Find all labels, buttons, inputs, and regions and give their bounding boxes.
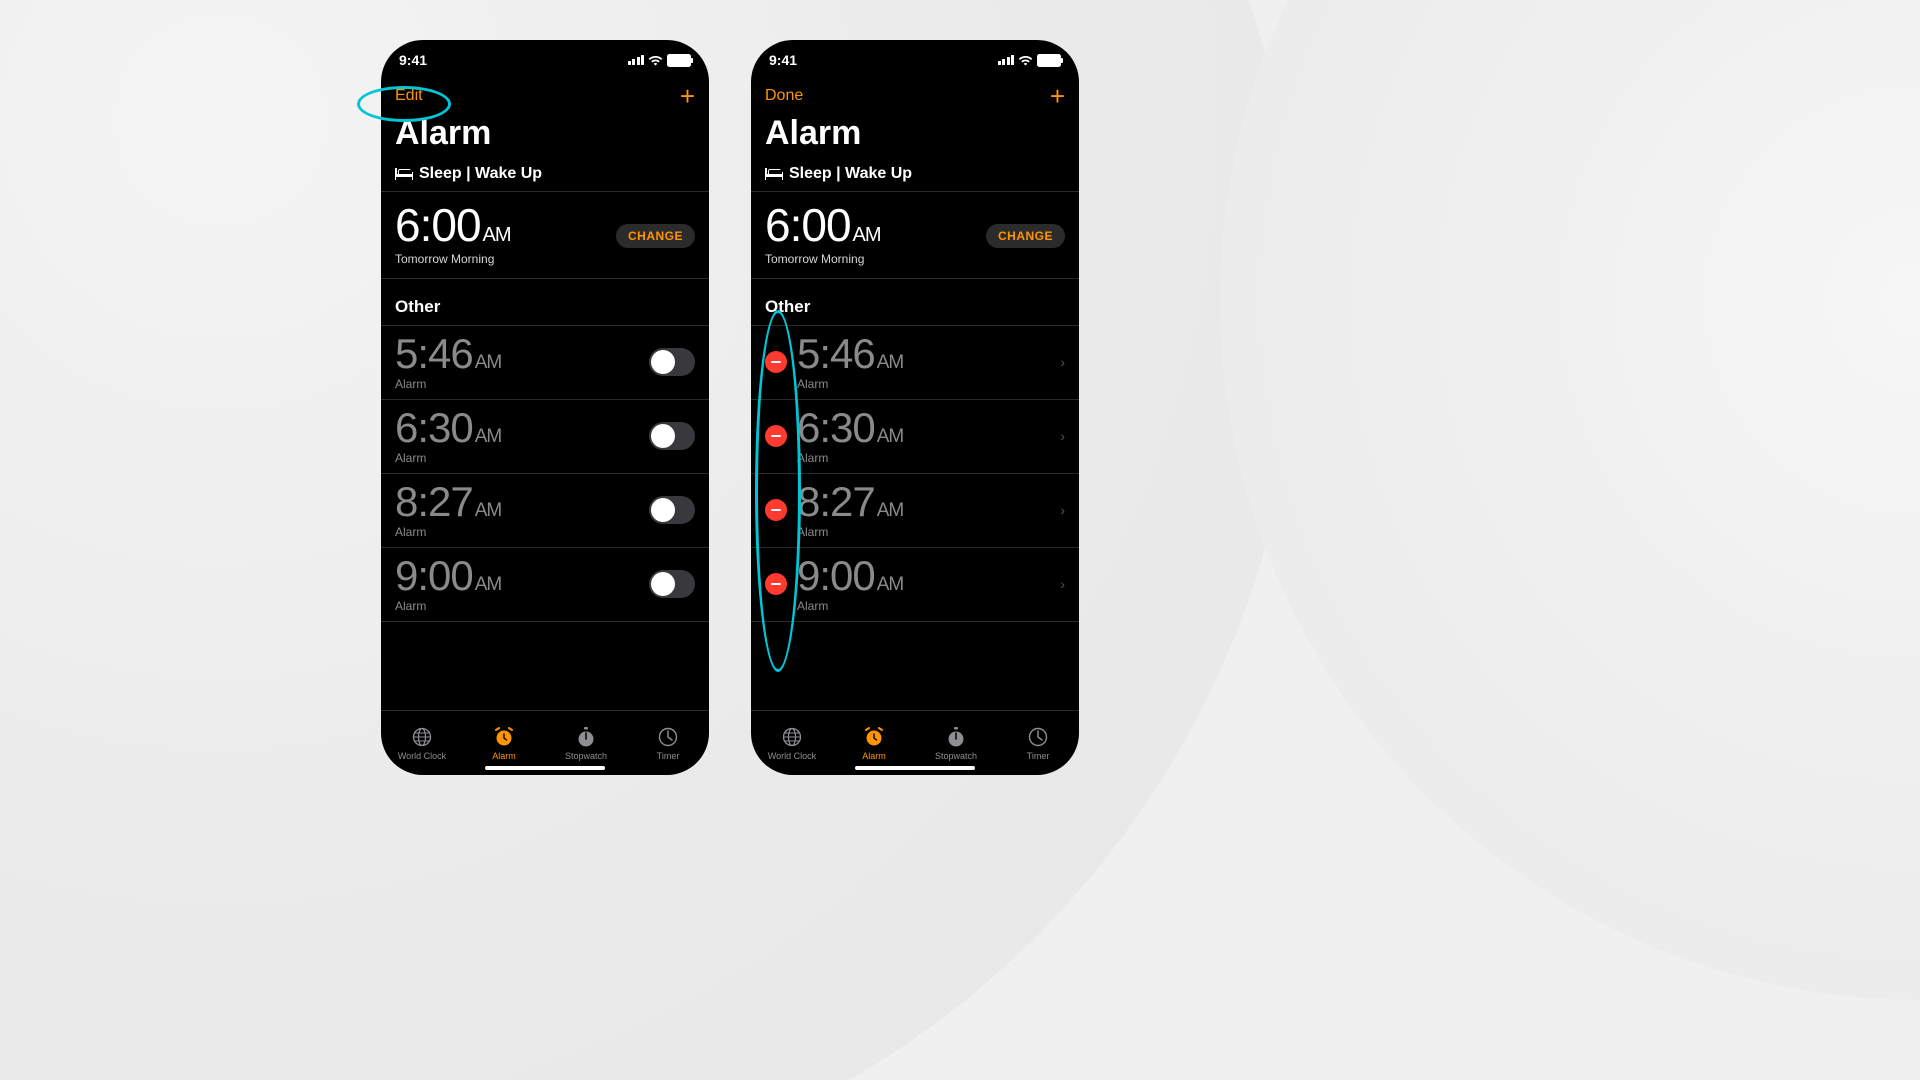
timer-icon [658, 726, 678, 748]
stopwatch-icon [576, 726, 596, 748]
page-title: Alarm [751, 112, 1079, 159]
tab-label: Alarm [862, 751, 886, 761]
alarm-time: 9:00AM [797, 554, 1054, 598]
add-alarm-button[interactable]: + [1050, 83, 1065, 109]
tab-label: World Clock [768, 751, 816, 761]
done-button[interactable]: Done [765, 87, 803, 105]
wake-time: 6:00AM [765, 202, 881, 248]
chevron-right-icon: › [1060, 354, 1065, 370]
tab-label: Stopwatch [565, 751, 607, 761]
alarm-row[interactable]: 6:30AM Alarm [381, 400, 709, 474]
delete-alarm-button[interactable] [765, 499, 787, 521]
chevron-right-icon: › [1060, 428, 1065, 444]
alarm-time: 8:27AM [395, 480, 649, 524]
bed-icon [765, 168, 783, 180]
phone-screenshot-edit-mode: 9:41 Done + Alarm Sleep | Wake Up 6:00AM… [751, 40, 1079, 775]
tab-label: Stopwatch [935, 751, 977, 761]
alarm-row[interactable]: 8:27AM Alarm › [751, 474, 1079, 548]
home-indicator[interactable] [485, 766, 605, 770]
alarm-time: 5:46AM [395, 332, 649, 376]
other-section-header: Other [381, 279, 709, 326]
wake-alarm-row[interactable]: 6:00AM CHANGE Tomorrow Morning [381, 192, 709, 279]
tab-timer[interactable]: Timer [627, 711, 709, 775]
alarm-label: Alarm [395, 525, 649, 539]
add-alarm-button[interactable]: + [680, 83, 695, 109]
delete-alarm-button[interactable] [765, 573, 787, 595]
tutorial-canvas: 9:41 Edit + Alarm Sleep | Wake Up 6:00AM… [0, 0, 1920, 1080]
timer-icon [1028, 726, 1048, 748]
tab-timer[interactable]: Timer [997, 711, 1079, 775]
home-indicator[interactable] [855, 766, 975, 770]
wake-subtitle: Tomorrow Morning [395, 252, 695, 266]
delete-alarm-button[interactable] [765, 425, 787, 447]
background-shape [1220, 0, 1920, 1000]
alarm-toggle[interactable] [649, 570, 695, 598]
alarm-label: Alarm [395, 451, 649, 465]
alarm-time: 6:30AM [395, 406, 649, 450]
tab-world-clock[interactable]: World Clock [381, 711, 463, 775]
edit-button[interactable]: Edit [395, 87, 423, 105]
chevron-right-icon: › [1060, 502, 1065, 518]
delete-alarm-button[interactable] [765, 351, 787, 373]
alarm-time: 9:00AM [395, 554, 649, 598]
alarm-toggle[interactable] [649, 422, 695, 450]
tab-bar: World Clock Alarm Stopwatch Timer [751, 710, 1079, 775]
tab-bar: World Clock Alarm Stopwatch Timer [381, 710, 709, 775]
tab-label: Timer [657, 751, 680, 761]
tab-label: World Clock [398, 751, 446, 761]
alarm-row[interactable]: 6:30AM Alarm › [751, 400, 1079, 474]
sleep-section-label: Sleep | Wake Up [789, 165, 912, 183]
alarm-row[interactable]: 5:46AM Alarm [381, 326, 709, 400]
alarm-clock-icon [493, 726, 515, 748]
alarm-label: Alarm [395, 377, 649, 391]
bed-icon [395, 168, 413, 180]
alarm-row[interactable]: 9:00AM Alarm [381, 548, 709, 622]
wake-alarm-row[interactable]: 6:00AM CHANGE Tomorrow Morning [751, 192, 1079, 279]
change-button[interactable]: CHANGE [616, 224, 695, 248]
alarm-label: Alarm [797, 525, 1054, 539]
globe-icon [782, 726, 802, 748]
change-button[interactable]: CHANGE [986, 224, 1065, 248]
alarm-time: 8:27AM [797, 480, 1054, 524]
chevron-right-icon: › [1060, 576, 1065, 592]
page-title: Alarm [381, 112, 709, 159]
alarm-label: Alarm [395, 599, 649, 613]
status-bar: 9:41 [381, 40, 709, 80]
status-bar: 9:41 [751, 40, 1079, 80]
cellular-icon [998, 55, 1015, 65]
alarm-clock-icon [863, 726, 885, 748]
battery-icon [1037, 54, 1061, 67]
phone-screenshot-normal: 9:41 Edit + Alarm Sleep | Wake Up 6:00AM… [381, 40, 709, 775]
tab-label: Alarm [492, 751, 516, 761]
tab-world-clock[interactable]: World Clock [751, 711, 833, 775]
cellular-icon [628, 55, 645, 65]
alarm-toggle[interactable] [649, 496, 695, 524]
alarm-label: Alarm [797, 451, 1054, 465]
stopwatch-icon [946, 726, 966, 748]
sleep-section-header: Sleep | Wake Up [751, 159, 1079, 192]
alarm-time: 6:30AM [797, 406, 1054, 450]
alarm-row[interactable]: 9:00AM Alarm › [751, 548, 1079, 622]
wifi-icon [1018, 55, 1033, 66]
battery-icon [667, 54, 691, 67]
wake-time: 6:00AM [395, 202, 511, 248]
status-time: 9:41 [769, 52, 797, 68]
alarm-toggle[interactable] [649, 348, 695, 376]
alarm-label: Alarm [797, 377, 1054, 391]
alarm-label: Alarm [797, 599, 1054, 613]
sleep-section-label: Sleep | Wake Up [419, 165, 542, 183]
wake-subtitle: Tomorrow Morning [765, 252, 1065, 266]
status-time: 9:41 [399, 52, 427, 68]
other-section-header: Other [751, 279, 1079, 326]
tab-label: Timer [1027, 751, 1050, 761]
wifi-icon [648, 55, 663, 66]
nav-bar: Edit + [381, 80, 709, 112]
alarm-time: 5:46AM [797, 332, 1054, 376]
sleep-section-header: Sleep | Wake Up [381, 159, 709, 192]
alarm-row[interactable]: 5:46AM Alarm › [751, 326, 1079, 400]
nav-bar: Done + [751, 80, 1079, 112]
globe-icon [412, 726, 432, 748]
alarm-row[interactable]: 8:27AM Alarm [381, 474, 709, 548]
